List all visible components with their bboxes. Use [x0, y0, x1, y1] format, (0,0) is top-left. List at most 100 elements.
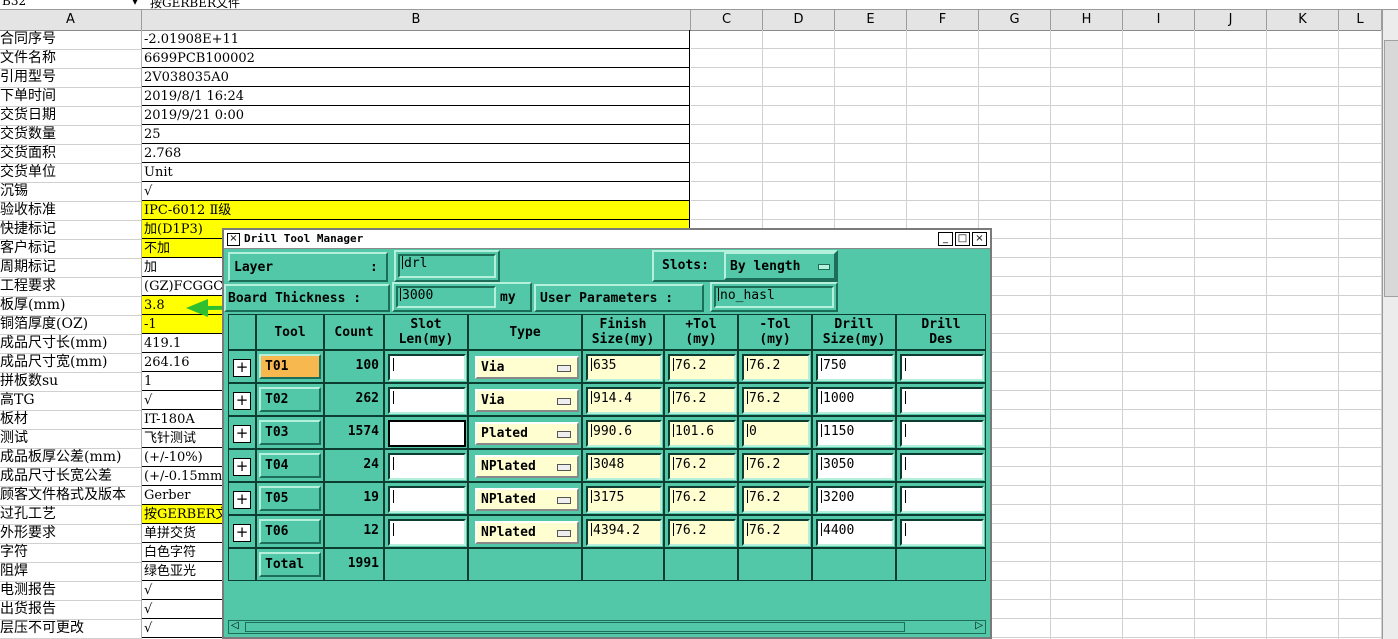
- expand-plus-icon[interactable]: +: [233, 458, 251, 476]
- cell-a[interactable]: 板材: [0, 410, 142, 430]
- user-params-box[interactable]: User Parameters :: [534, 284, 704, 312]
- scroll-right-icon[interactable]: ▷: [975, 620, 983, 631]
- cell-a[interactable]: 字符: [0, 543, 142, 563]
- minus-tol-input[interactable]: 76.2: [742, 519, 810, 546]
- cell-a[interactable]: 成品尺寸宽(mm): [0, 353, 142, 373]
- minus-tol-input[interactable]: 76.2: [742, 486, 810, 513]
- header-count[interactable]: Count: [324, 314, 384, 350]
- plus-tol-input[interactable]: 76.2: [668, 453, 736, 480]
- header-plus-tol[interactable]: +Tol (my): [664, 314, 738, 350]
- tool-button-t04[interactable]: T04: [259, 453, 321, 478]
- hscroll-thumb[interactable]: [245, 622, 905, 632]
- header-finish-size[interactable]: Finish Size(my): [582, 314, 664, 350]
- cell-a[interactable]: 客户标记: [0, 239, 142, 259]
- cell-a[interactable]: 顾客文件格式及版本: [0, 486, 142, 506]
- finish-input[interactable]: 4394.2: [586, 519, 662, 546]
- expand-plus-icon[interactable]: +: [233, 392, 251, 410]
- column-header-k[interactable]: K: [1267, 10, 1339, 30]
- column-header-d[interactable]: D: [763, 10, 835, 30]
- cell-a[interactable]: 文件名称: [0, 49, 142, 69]
- cell-a[interactable]: 板厚(mm): [0, 296, 142, 316]
- plus-tol-input[interactable]: 101.6: [668, 420, 736, 447]
- type-select[interactable]: Plated: [475, 422, 579, 445]
- finish-input[interactable]: 635: [586, 354, 662, 381]
- cell-a[interactable]: 交货面积: [0, 144, 142, 164]
- plus-tol-input[interactable]: 76.2: [668, 486, 736, 513]
- expand-plus-icon[interactable]: +: [233, 491, 251, 509]
- type-select[interactable]: Via: [475, 356, 579, 379]
- slot-len-input[interactable]: [388, 453, 466, 480]
- cell-a[interactable]: 交货日期: [0, 106, 142, 126]
- cell-a[interactable]: 外形要求: [0, 524, 142, 544]
- window-menu-icon[interactable]: ×: [227, 233, 240, 246]
- drill-input[interactable]: 750: [816, 354, 894, 381]
- des-input[interactable]: [900, 453, 984, 480]
- drill-input[interactable]: 4400: [816, 519, 894, 546]
- plus-tol-input[interactable]: 76.2: [668, 354, 736, 381]
- column-header-e[interactable]: E: [835, 10, 907, 30]
- formula-dropdown-icon[interactable]: ▾: [132, 0, 138, 8]
- cell-a[interactable]: 交货单位: [0, 163, 142, 183]
- tool-button-t02[interactable]: T02: [259, 387, 321, 412]
- dialog-titlebar[interactable]: × Drill Tool Manager _ □ ×: [224, 230, 990, 249]
- drill-input[interactable]: 3050: [816, 453, 894, 480]
- dropdown-icon[interactable]: [557, 530, 571, 537]
- formula-content[interactable]: 按GERBER文件: [150, 0, 240, 9]
- expand-plus-icon[interactable]: +: [233, 524, 251, 542]
- cell-a[interactable]: 测试: [0, 429, 142, 449]
- column-header-f[interactable]: F: [907, 10, 979, 30]
- drill-input[interactable]: 3200: [816, 486, 894, 513]
- minus-tol-input[interactable]: 76.2: [742, 453, 810, 480]
- drill-input[interactable]: 1150: [816, 420, 894, 447]
- column-header-c[interactable]: C: [691, 10, 763, 30]
- type-select[interactable]: NPlated: [475, 488, 579, 511]
- des-input[interactable]: [900, 387, 984, 414]
- cell-b[interactable]: √: [142, 182, 690, 201]
- type-select[interactable]: NPlated: [475, 521, 579, 544]
- scrollbar-thumb[interactable]: [1384, 40, 1398, 297]
- cell-a[interactable]: 高TG: [0, 391, 142, 411]
- cell-a[interactable]: 电测报告: [0, 581, 142, 601]
- drill-input[interactable]: 1000: [816, 387, 894, 414]
- tool-button-t05[interactable]: T05: [259, 486, 321, 511]
- slots-select[interactable]: By length: [724, 252, 836, 280]
- column-header-g[interactable]: G: [979, 10, 1051, 30]
- dropdown-icon[interactable]: [557, 431, 571, 438]
- cell-b[interactable]: IPC-6012 Ⅱ级: [142, 201, 690, 220]
- slots-dropdown-icon[interactable]: [818, 264, 830, 270]
- expand-plus-icon[interactable]: +: [233, 359, 251, 377]
- cell-a[interactable]: 拼板数su: [0, 372, 142, 392]
- tool-button-t01[interactable]: T01: [259, 354, 321, 379]
- cell-b[interactable]: 25: [142, 125, 690, 144]
- cell-b[interactable]: 6699PCB100002: [142, 49, 690, 68]
- cell-a[interactable]: 快捷标记: [0, 220, 142, 240]
- cell-b[interactable]: -2.01908E+11: [142, 30, 690, 49]
- cell-a[interactable]: 工程要求: [0, 277, 142, 297]
- cell-a[interactable]: 交货数量: [0, 125, 142, 145]
- cell-a[interactable]: 周期标记: [0, 258, 142, 278]
- cell-a[interactable]: 成品板厚公差(mm): [0, 448, 142, 468]
- finish-input[interactable]: 3048: [586, 453, 662, 480]
- cell-a[interactable]: 阻焊: [0, 562, 142, 582]
- plus-tol-input[interactable]: 76.2: [668, 519, 736, 546]
- finish-input[interactable]: 3175: [586, 486, 662, 513]
- type-select[interactable]: Via: [475, 389, 579, 412]
- header-type[interactable]: Type: [468, 314, 582, 350]
- minimize-button[interactable]: _: [938, 232, 953, 246]
- type-select[interactable]: NPlated: [475, 455, 579, 478]
- column-header-i[interactable]: I: [1123, 10, 1195, 30]
- cell-b[interactable]: Unit: [142, 163, 690, 182]
- plus-tol-input[interactable]: 76.2: [668, 387, 736, 414]
- cell-b[interactable]: 2019/9/21 0:00: [142, 106, 690, 125]
- cell-a[interactable]: 出货报告: [0, 600, 142, 620]
- header-drill-des[interactable]: Drill Des: [896, 314, 986, 350]
- cell-a[interactable]: 过孔工艺: [0, 505, 142, 525]
- slot-len-input[interactable]: [388, 420, 466, 447]
- tool-button-t03[interactable]: T03: [259, 420, 321, 445]
- column-header-h[interactable]: H: [1051, 10, 1123, 30]
- layer-input[interactable]: drl: [398, 254, 496, 278]
- finish-input[interactable]: 914.4: [586, 387, 662, 414]
- dropdown-icon[interactable]: [557, 497, 571, 504]
- dropdown-icon[interactable]: [557, 398, 571, 405]
- thickness-input[interactable]: 3000: [396, 286, 496, 308]
